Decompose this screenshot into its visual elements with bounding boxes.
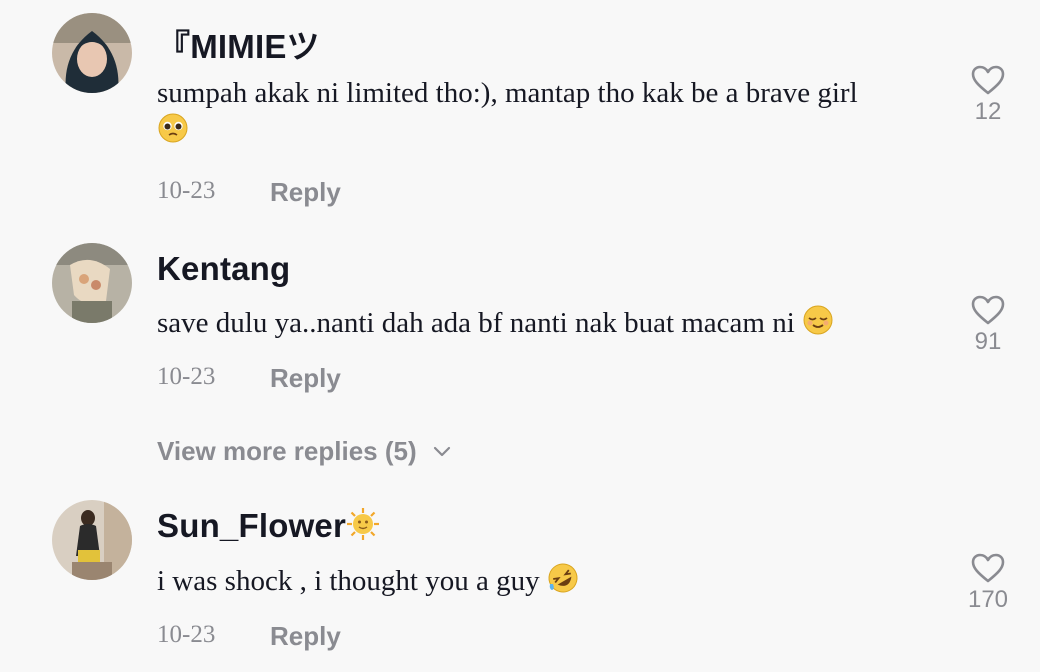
view-more-replies-label: View more replies (5): [157, 436, 417, 466]
avatar-image: [52, 243, 132, 323]
like-button[interactable]: 12: [963, 64, 1013, 126]
view-more-replies-button[interactable]: View more replies (5): [157, 436, 451, 467]
comment-date: 10-23: [157, 621, 216, 648]
reply-button[interactable]: Reply: [270, 177, 341, 208]
heart-icon: [971, 295, 1005, 325]
sun-emoji: [346, 507, 380, 549]
comment-text: sumpah akak ni limited tho:), mantap tho…: [157, 74, 947, 154]
like-button[interactable]: 170: [963, 552, 1013, 614]
like-count: 91: [974, 328, 1002, 355]
avatar[interactable]: [52, 500, 132, 580]
reply-button[interactable]: Reply: [270, 621, 341, 652]
relieved-face-emoji: [802, 304, 834, 346]
comment-text: save dulu ya..nanti dah ada bf nanti nak…: [157, 304, 947, 346]
comment-username[interactable]: Kentang: [157, 250, 290, 288]
like-button[interactable]: 91: [963, 294, 1013, 356]
like-count: 12: [974, 98, 1002, 125]
pleading-face-emoji: [157, 112, 189, 154]
comment-text: i was shock , i thought you a guy: [157, 562, 947, 604]
avatar-image: [52, 500, 132, 580]
comment-date: 10-23: [157, 363, 216, 390]
heart-icon: [971, 553, 1005, 583]
rolling-on-floor-laughing-emoji: [547, 562, 579, 604]
comment-username[interactable]: 『MIMIEツ: [157, 20, 320, 68]
avatar[interactable]: [52, 13, 132, 93]
reply-button[interactable]: Reply: [270, 363, 341, 394]
comment-username[interactable]: Sun_Flower: [157, 507, 380, 549]
heart-icon: [971, 65, 1005, 95]
comment-date: 10-23: [157, 177, 216, 204]
avatar[interactable]: [52, 243, 132, 323]
like-count: 170: [967, 586, 1009, 613]
chevron-down-icon: [433, 446, 450, 456]
avatar-image: [52, 13, 132, 93]
